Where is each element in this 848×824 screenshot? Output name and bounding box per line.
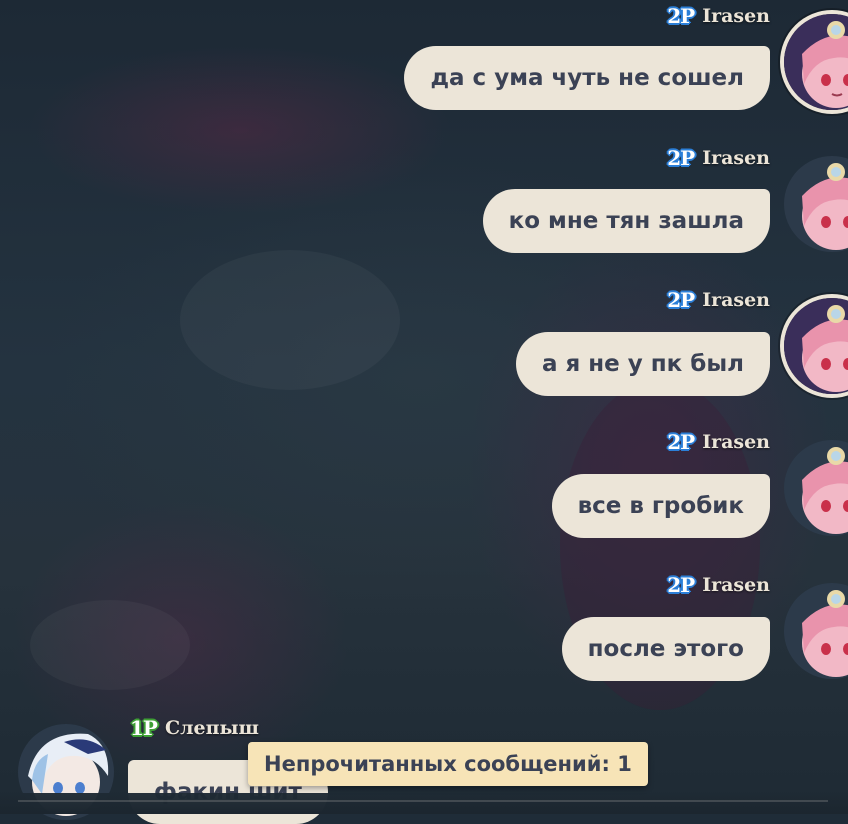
message-bubble[interactable]: а я не у пк был (515, 332, 770, 396)
player-2p-badge: 2P (667, 573, 695, 597)
sender-name: Irasen (702, 431, 770, 453)
message-text: после этого (587, 636, 744, 662)
message-sender: 2P Irasen (667, 146, 770, 170)
player-2p-badge: 2P (667, 146, 695, 170)
sender-name: Irasen (702, 289, 770, 311)
background-rock (180, 250, 400, 390)
message-bubble[interactable]: ко мне тян зашла (482, 189, 770, 253)
message-text: да с ума чуть не сошел (430, 65, 744, 91)
unread-messages-toast[interactable]: Непрочитанных сообщений: 1 (248, 742, 648, 786)
message-sender: 1P Слепыш (130, 716, 259, 740)
sender-name: Irasen (702, 574, 770, 596)
message-sender: 2P Irasen (667, 430, 770, 454)
message-text: ко мне тян зашла (508, 208, 744, 234)
player-2p-badge: 2P (667, 288, 695, 312)
player-1p-badge: 1P (130, 716, 158, 740)
unread-messages-text: Непрочитанных сообщений: 1 (264, 752, 632, 776)
message-sender: 2P Irasen (667, 4, 770, 28)
message-bubble[interactable]: все в гробик (551, 474, 770, 538)
sender-name: Слепыш (164, 717, 259, 739)
game-background (0, 0, 848, 814)
sender-name: Irasen (702, 5, 770, 27)
message-text: все в гробик (577, 493, 744, 519)
message-bubble[interactable]: да с ума чуть не сошел (404, 46, 770, 110)
message-sender: 2P Irasen (667, 288, 770, 312)
background-rock (30, 600, 190, 690)
message-sender: 2P Irasen (667, 573, 770, 597)
player-2p-badge: 2P (667, 430, 695, 454)
message-bubble[interactable]: после этого (561, 617, 770, 681)
chat-input-area-edge (0, 793, 848, 814)
message-text: а я не у пк был (541, 351, 744, 377)
chat-divider (18, 800, 828, 802)
player-2p-badge: 2P (667, 4, 695, 28)
sender-name: Irasen (702, 147, 770, 169)
